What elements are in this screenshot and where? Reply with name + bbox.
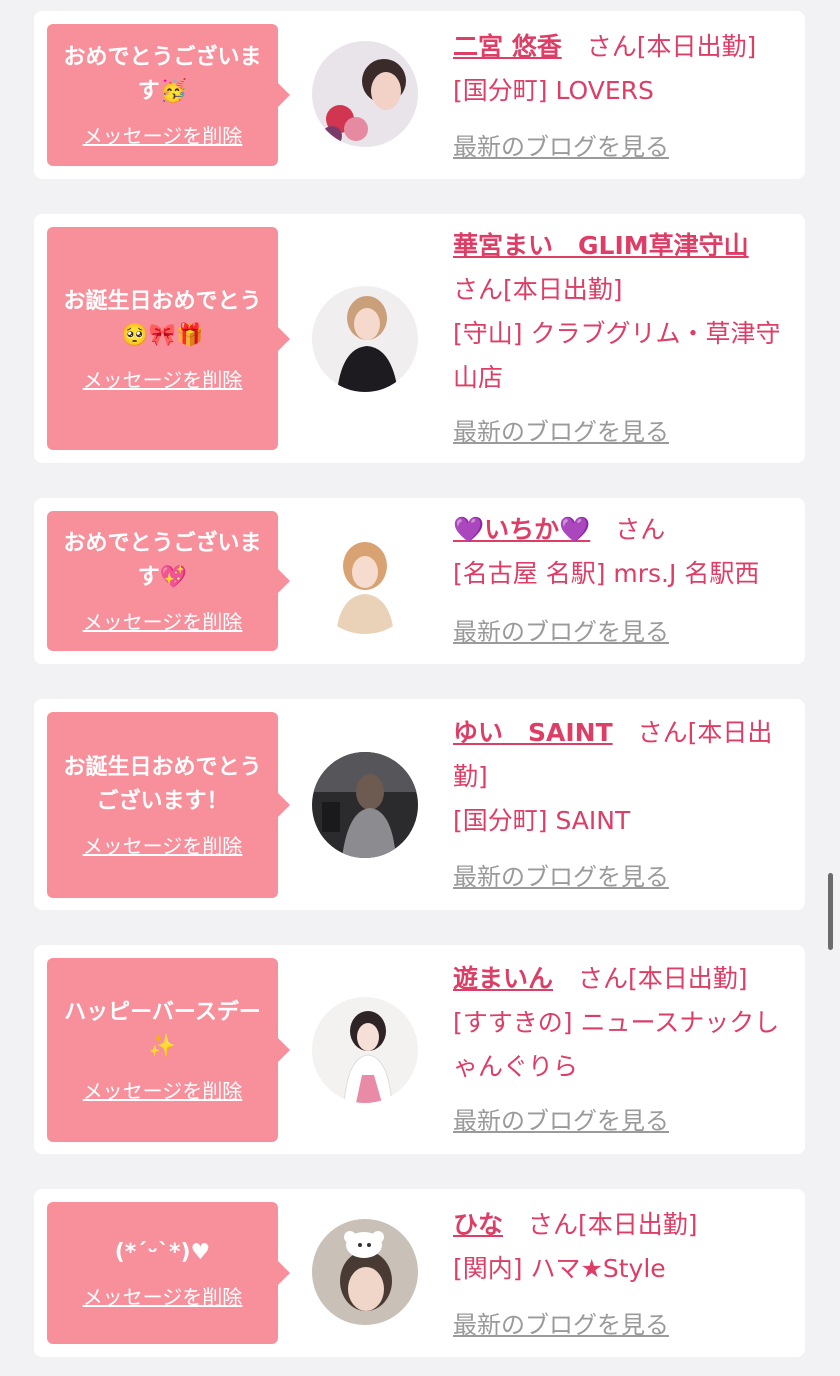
avatar[interactable]	[312, 528, 418, 634]
shop-text: [守山] クラブグリム・草津守山店	[453, 319, 781, 392]
profile-name-link[interactable]: 華宮まい GLIM草津守山	[453, 231, 749, 260]
honorific: さん	[453, 275, 504, 304]
delete-message-link[interactable]: メッセージを削除	[83, 833, 243, 859]
message-bubble: おめでとうございます💖 メッセージを削除	[47, 511, 290, 651]
message-bubble: お誕生日おめでとうございます！ メッセージを削除	[47, 712, 290, 898]
status-text: [本日出勤]	[636, 32, 757, 61]
message-bubble: ハッピーバースデー✨ メッセージを削除	[47, 958, 290, 1142]
avatar[interactable]	[312, 997, 418, 1103]
status-text: [本日出勤]	[503, 275, 623, 304]
avatar[interactable]	[312, 752, 418, 858]
message-text: おめでとうございます💖	[63, 531, 262, 590]
delete-message-link[interactable]: メッセージを削除	[83, 1284, 243, 1310]
profile-info: 華宮まい GLIM草津守山 さん[本日出勤] [守山] クラブグリム・草津守山店	[453, 224, 793, 400]
avatar[interactable]	[312, 286, 418, 392]
honorific: さん	[578, 964, 629, 993]
message-text: お誕生日おめでとうございます！	[63, 755, 262, 814]
message-card: おめでとうございます💖 メッセージを削除 💜いちか💜 さん [名古屋 名駅] m…	[34, 498, 805, 664]
shop-text: [関内] ハマ★Style	[453, 1254, 666, 1283]
message-text: おめでとうございます🥳	[63, 45, 262, 104]
message-card: ハッピーバースデー✨ メッセージを削除 遊まいん さん[本日出勤] [すすきの]…	[34, 945, 805, 1154]
message-text: お誕生日おめでとう🥺🎀🎁	[63, 288, 262, 348]
honorific: さん	[528, 1210, 579, 1239]
profile-info: 遊まいん さん[本日出勤] [すすきの] ニュースナックしゃんぐりら	[453, 957, 793, 1089]
status-text: [本日出勤]	[628, 964, 748, 993]
shop-text: [すすきの] ニュースナックしゃんぐりら	[453, 1008, 780, 1081]
profile-name-link[interactable]: 遊まいん	[453, 964, 553, 993]
message-text: (*ˊᵕˋ*)♥	[114, 1240, 211, 1265]
profile-info: 二宮 悠香 さん[本日出勤] [国分町] LOVERS	[453, 25, 793, 113]
avatar[interactable]	[312, 41, 418, 147]
message-bubble: (*ˊᵕˋ*)♥ メッセージを削除	[47, 1202, 290, 1344]
shop-text: [国分町] SAINT	[453, 806, 631, 835]
delete-message-link[interactable]: メッセージを削除	[83, 609, 243, 635]
scrollbar[interactable]	[828, 873, 833, 950]
status-text: [本日出勤]	[578, 1210, 698, 1239]
profile-info: ひな さん[本日出勤] [関内] ハマ★Style	[453, 1203, 793, 1291]
latest-blog-link[interactable]: 最新のブログを見る	[453, 614, 669, 650]
avatar[interactable]	[312, 1219, 418, 1325]
latest-blog-link[interactable]: 最新のブログを見る	[453, 129, 669, 165]
profile-name-link[interactable]: ひな	[453, 1210, 503, 1239]
profile-name-link[interactable]: 二宮 悠香	[453, 32, 562, 61]
delete-message-link[interactable]: メッセージを削除	[83, 123, 243, 149]
profile-info: 💜いちか💜 さん [名古屋 名駅] mrs.J 名駅西	[453, 508, 793, 596]
latest-blog-link[interactable]: 最新のブログを見る	[453, 859, 669, 895]
delete-message-link[interactable]: メッセージを削除	[83, 1078, 243, 1104]
honorific: さん	[615, 515, 666, 544]
message-text: ハッピーバースデー✨	[64, 1000, 261, 1059]
latest-blog-link[interactable]: 最新のブログを見る	[453, 414, 669, 450]
message-card: おめでとうございます🥳 メッセージを削除 二宮 悠香 さん[本日出勤] [国分町…	[34, 11, 805, 179]
honorific: さん	[637, 718, 688, 747]
message-card: (*ˊᵕˋ*)♥ メッセージを削除 ひな さん[本日出勤] [関内] ハマ★St…	[34, 1189, 805, 1357]
profile-name-link[interactable]: ゆい SAINT	[453, 718, 613, 747]
message-bubble: お誕生日おめでとう🥺🎀🎁 メッセージを削除	[47, 227, 290, 450]
message-card: お誕生日おめでとうございます！ メッセージを削除 ゆい SAINT さん[本日出…	[34, 699, 805, 910]
message-bubble: おめでとうございます🥳 メッセージを削除	[47, 24, 290, 166]
latest-blog-link[interactable]: 最新のブログを見る	[453, 1103, 669, 1139]
delete-message-link[interactable]: メッセージを削除	[83, 367, 243, 393]
shop-text: [国分町] LOVERS	[453, 76, 654, 105]
message-card: お誕生日おめでとう🥺🎀🎁 メッセージを削除 華宮まい GLIM草津守山 さん[本…	[34, 214, 805, 463]
shop-text: [名古屋 名駅] mrs.J 名駅西	[453, 559, 760, 588]
profile-info: ゆい SAINT さん[本日出勤] [国分町] SAINT	[453, 711, 793, 843]
profile-name-link[interactable]: 💜いちか💜	[453, 515, 590, 544]
honorific: さん	[586, 32, 637, 61]
latest-blog-link[interactable]: 最新のブログを見る	[453, 1307, 669, 1343]
